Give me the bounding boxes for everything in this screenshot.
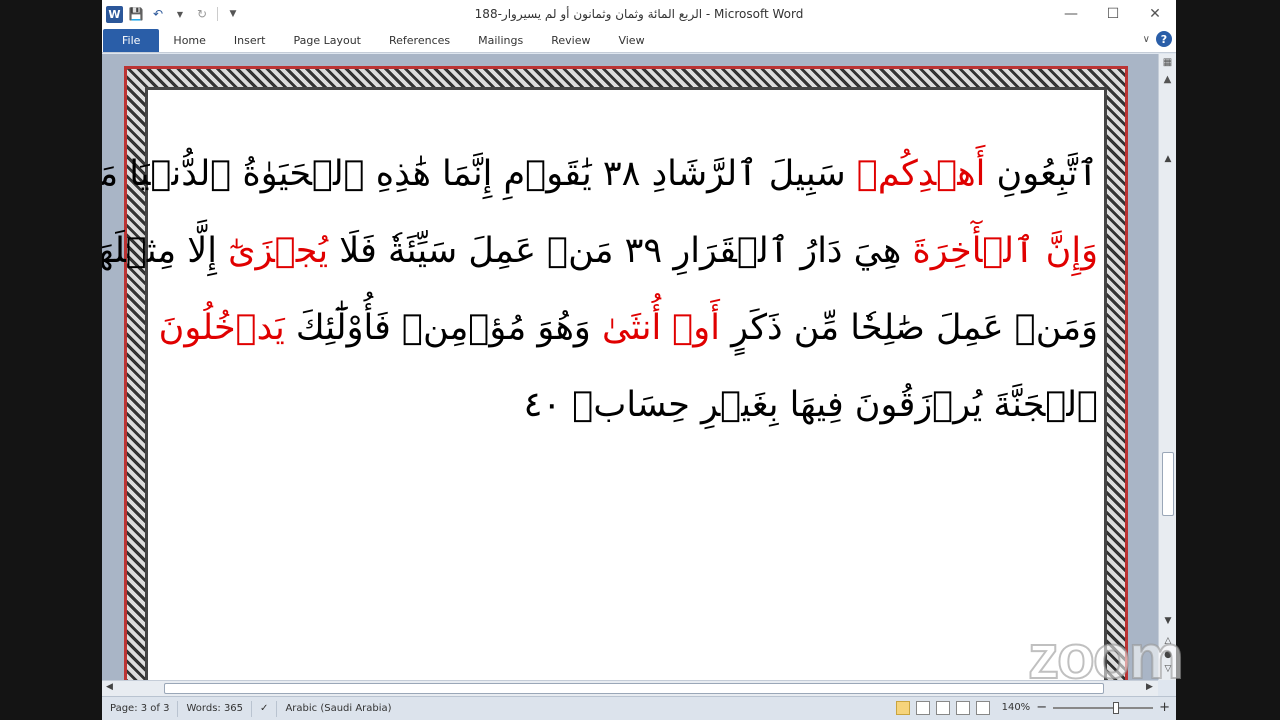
title-bar: W 💾 ↶ ▼ ↻ ▼ الربع المائة وثمان وثمانون أ… — [102, 0, 1176, 28]
maximize-icon[interactable]: ☐ — [1092, 0, 1134, 28]
tab-mailings[interactable]: Mailings — [464, 28, 537, 53]
text-line[interactable]: ٱلۡجَنَّةَ يُرۡزَقُونَ فِيهَا بِغَيۡرِ ح… — [154, 367, 1098, 444]
word-count[interactable]: Words: 365 — [178, 700, 253, 717]
text-line[interactable]: وَمَنۡ عَمِلَ صَٰلِحٗا مِّن ذَكَرٍ أَوۡ … — [154, 290, 1098, 367]
zoom-slider-knob[interactable] — [1113, 701, 1120, 714]
draft-view-icon[interactable] — [975, 700, 990, 715]
zoom-slider[interactable] — [1053, 701, 1154, 714]
help-icon[interactable]: ? — [1156, 31, 1172, 47]
full-screen-reading-view-icon[interactable] — [915, 700, 930, 715]
text-segment: وَهُوَ — [526, 308, 602, 348]
text-segment: ٱتَّبِعُونِ — [985, 154, 1098, 194]
highlighted-word: وَإِنَّ — [1034, 231, 1098, 271]
redo-icon[interactable]: ↻ — [193, 5, 211, 23]
window-controls: — ☐ ✕ — [1050, 0, 1176, 28]
highlighted-word: يُجۡزَىٰٓ — [228, 231, 329, 271]
right-black-border — [1176, 0, 1280, 720]
text-segment: وَمَنۡ عَمِلَ صَٰلِحٗا مِّن ذَكَرٍ — [719, 308, 1098, 348]
status-right: 140% − + — [895, 700, 1170, 715]
scroll-up-icon[interactable]: ▲ — [1159, 154, 1177, 164]
highlighted-word: أَهۡدِكُمۡ — [856, 154, 986, 194]
horizontal-scroll-thumb[interactable] — [164, 683, 1104, 694]
tab-page-layout[interactable]: Page Layout — [279, 28, 375, 53]
print-layout-view-icon[interactable] — [895, 700, 910, 715]
highlighted-word: يَدۡخُلُونَ — [158, 308, 285, 348]
text-line[interactable]: ٱتَّبِعُونِ أَهۡدِكُمۡ سَبِيلَ ٱلرَّشَاد… — [102, 136, 1098, 213]
text-segment: ٱلۡجَنَّةَ يُرۡزَقُونَ فِيهَا بِغَيۡرِ ح… — [523, 385, 1098, 425]
text-line[interactable]: وَإِنَّ ٱلۡأٓخِرَةَ هِيَ دَارُ ٱلۡقَرَار… — [102, 213, 1098, 290]
text-segment: هِيَ دَارُ ٱلۡقَرَارِ ٣٩ مَنۡ عَمِلَ سَي… — [328, 231, 913, 271]
minimize-icon[interactable]: — — [1050, 0, 1092, 28]
page-indicator[interactable]: Page: 3 of 3 — [102, 700, 179, 717]
text-segment: مَتَٰعٌ — [102, 154, 119, 194]
scroll-left-icon[interactable]: ◀ — [106, 682, 113, 692]
vertical-scrollbar[interactable]: ▦ ▲ ▲ ▼ △ ● ▽ — [1158, 54, 1176, 680]
zoom-watermark: zoom — [1027, 622, 1185, 693]
left-black-border — [0, 0, 102, 720]
ribbon-collapse-icon[interactable]: ∨ — [1143, 34, 1150, 45]
outline-view-icon[interactable] — [955, 700, 970, 715]
proofing-icon[interactable]: ✓ — [252, 700, 278, 717]
tab-file[interactable]: File — [103, 28, 160, 52]
word-window: W 💾 ↶ ▼ ↻ ▼ الربع المائة وثمان وثمانون أ… — [102, 0, 1176, 720]
horizontal-scrollbar[interactable]: ◀ ▶ — [102, 680, 1158, 696]
dropdown-icon[interactable]: ▼ — [171, 5, 189, 23]
window-title: الربع المائة وثمان وثمانون أو لم يسيروار… — [474, 7, 804, 21]
ribbon-tabs: File Home Insert Page Layout References … — [102, 28, 1176, 53]
undo-icon[interactable]: ↶ — [149, 5, 167, 23]
zoom-in-button[interactable]: + — [1159, 700, 1170, 715]
zoom-out-button[interactable]: − — [1036, 700, 1047, 715]
tab-references[interactable]: References — [375, 28, 464, 53]
highlighted-word: ٱلۡأٓخِرَةَ — [912, 231, 1035, 271]
text-segment: إِلَّا مِثۡلَهَاۖ — [102, 231, 217, 271]
word-logo-icon[interactable]: W — [106, 5, 123, 23]
tab-review[interactable]: Review — [537, 28, 604, 53]
ruler-toggle-icon[interactable]: ▦ — [1160, 57, 1176, 71]
highlighted-word: أَوۡ أُنثَىٰ — [601, 308, 720, 348]
text-segment: فَأُوْلَٰٓئِكَ — [284, 308, 403, 348]
save-icon[interactable]: 💾 — [127, 5, 145, 23]
quick-access-toolbar: W 💾 ↶ ▼ ↻ ▼ — [102, 0, 242, 28]
document-page[interactable]: ٱتَّبِعُونِ أَهۡدِكُمۡ سَبِيلَ ٱلرَّشَاد… — [102, 66, 1128, 680]
text-segment: مُؤۡمِنٞ — [402, 308, 527, 348]
tab-view[interactable]: View — [604, 28, 658, 53]
document-area[interactable]: ٱتَّبِعُونِ أَهۡدِكُمۡ سَبِيلَ ٱلرَّشَاد… — [102, 54, 1158, 680]
text-segment: سَبِيلَ ٱلرَّشَادِ ٣٨ يَٰقَوۡمِ إِنَّمَا… — [118, 154, 857, 194]
status-bar: Page: 3 of 3 Words: 365 ✓ Arabic (Saudi … — [102, 696, 1176, 720]
language-indicator[interactable]: Arabic (Saudi Arabia) — [277, 701, 399, 717]
vertical-scroll-thumb[interactable] — [1162, 452, 1174, 516]
web-layout-view-icon[interactable] — [935, 700, 950, 715]
document-text[interactable]: ٱتَّبِعُونِ أَهۡدِكُمۡ سَبِيلَ ٱلرَّشَاد… — [102, 136, 1098, 444]
zoom-level[interactable]: 140% — [1002, 702, 1031, 713]
separator — [217, 7, 218, 21]
ribbon-right-controls: ∨ ? — [1143, 31, 1172, 47]
close-icon[interactable]: ✕ — [1134, 0, 1176, 28]
tab-home[interactable]: Home — [159, 28, 219, 53]
customize-icon[interactable]: ▼ — [224, 5, 242, 23]
scroll-up-small-icon[interactable]: ▲ — [1160, 74, 1176, 88]
tab-insert[interactable]: Insert — [220, 28, 280, 53]
